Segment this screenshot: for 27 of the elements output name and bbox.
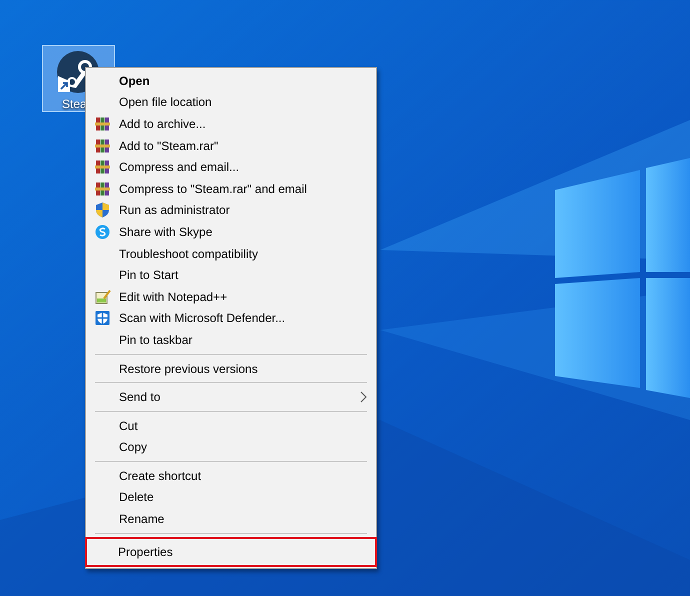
menu-item[interactable]: Rename (86, 508, 376, 530)
menu-item[interactable]: Compress and email... (86, 156, 376, 178)
menu-item[interactable]: Scan with Microsoft Defender... (86, 308, 376, 330)
menu-item[interactable]: Troubleshoot compatibility (86, 242, 376, 264)
books-icon (95, 160, 110, 175)
books-icon (95, 116, 110, 132)
notepad-icon (95, 289, 111, 304)
menu-item[interactable]: Restore previous versions (86, 358, 376, 380)
menu-item[interactable]: Edit with Notepad++ (86, 286, 376, 308)
shield-window-icon (95, 310, 110, 326)
menu-item[interactable]: Delete (86, 486, 376, 508)
shield-icon (95, 202, 110, 218)
menu-item[interactable]: Pin to Start (86, 264, 376, 286)
chat-bubble-icon (95, 224, 110, 240)
menu-item[interactable]: Create shortcut (86, 465, 376, 487)
menu-item[interactable]: Send to (86, 386, 376, 408)
menu-item[interactable]: Properties (85, 536, 377, 567)
menu-item[interactable]: Pin to taskbar (86, 329, 376, 351)
books-icon (95, 181, 110, 196)
menu-item[interactable]: Add to "Steam.rar" (86, 134, 376, 156)
menu-item[interactable]: Cut (86, 414, 376, 436)
menu-item[interactable]: Run as administrator (86, 200, 376, 222)
menu-item[interactable]: Share with Skype (86, 221, 376, 243)
menu-item[interactable]: Add to archive... (86, 113, 376, 135)
books-icon (95, 138, 110, 154)
menu-item[interactable]: Copy (86, 436, 376, 458)
menu-item[interactable]: Compress to "Steam.rar" and email (86, 178, 376, 200)
